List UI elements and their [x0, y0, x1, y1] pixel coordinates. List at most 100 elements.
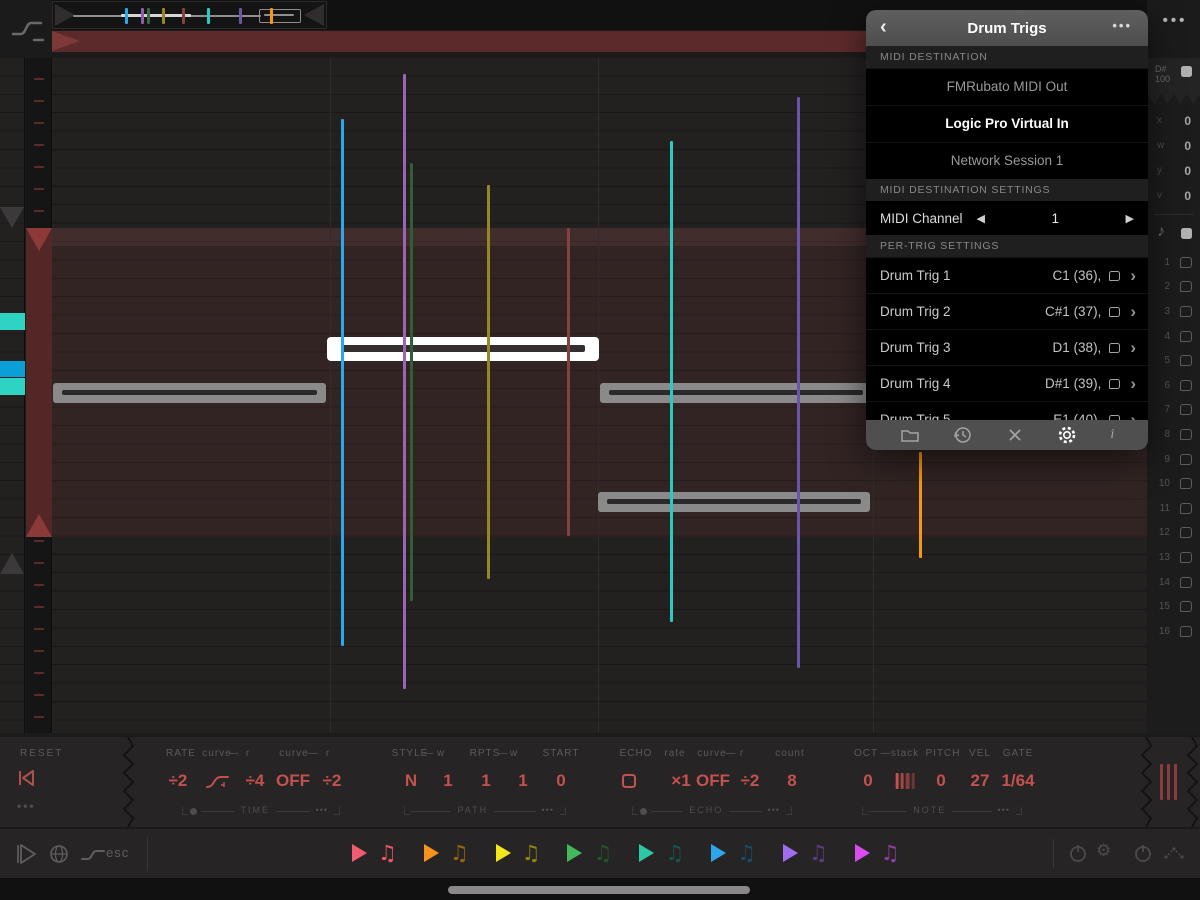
param-echo-rate-value[interactable]: ×1 [671, 771, 690, 791]
echo-enable-checkbox[interactable] [622, 774, 636, 788]
trig-step-row[interactable]: 14 [1148, 570, 1200, 595]
step-toggle[interactable] [1180, 625, 1192, 637]
param-curve2-value[interactable]: OFF [276, 771, 310, 791]
track-play-button[interactable] [711, 844, 727, 862]
step-toggle[interactable] [1180, 305, 1192, 317]
clef-row[interactable]: ♪ [1148, 221, 1200, 247]
step-toggle[interactable] [1180, 256, 1192, 268]
trig-step-row[interactable]: 1 [1148, 250, 1200, 275]
param-rpts-value[interactable]: 1 [481, 771, 490, 791]
drum-trig-row[interactable]: Drum Trig 3 D1 (38), › [866, 329, 1148, 365]
trig-step-row[interactable]: 5 [1148, 348, 1200, 373]
track-note-icon[interactable]: ♫ [737, 841, 756, 865]
track-play-button[interactable] [639, 844, 655, 862]
step-toggle[interactable] [1180, 576, 1192, 588]
drum-trig-row[interactable]: Drum Trig 1 C1 (36), › [866, 257, 1148, 293]
esc-button[interactable]: esc [106, 845, 129, 860]
trig-step-row[interactable]: 16 [1148, 619, 1200, 644]
play-outline-icon[interactable] [16, 842, 38, 866]
step-toggle[interactable] [1180, 601, 1192, 613]
note-toggle-filled[interactable] [1181, 66, 1192, 77]
track-play-button[interactable] [782, 844, 798, 862]
panel-more-dots[interactable]: ••• [1112, 18, 1132, 33]
param-rate2-value[interactable]: ÷4 [246, 771, 265, 791]
step-toggle[interactable] [1180, 527, 1192, 539]
midi-destination-option[interactable]: Logic Pro Virtual In [866, 105, 1148, 142]
param-vel-value[interactable]: 27 [971, 771, 990, 791]
param-start-value[interactable]: 0 [556, 771, 565, 791]
track-play-button[interactable] [495, 844, 511, 862]
pitch-range-top-handle[interactable] [0, 207, 24, 228]
drum-trig-row[interactable]: Drum Trig 5 E1 (40), › [866, 401, 1148, 420]
echo-enable-dot[interactable] [640, 808, 647, 815]
step-toggle[interactable] [1180, 453, 1192, 465]
midi-destination-option[interactable]: FMRubato MIDI Out [866, 68, 1148, 105]
trig-step-row[interactable]: 6 [1148, 373, 1200, 398]
param-rpts-w-value[interactable]: 1 [518, 771, 527, 791]
ramp-curve-icon[interactable] [10, 12, 48, 48]
trig-step-row[interactable]: 11 [1148, 496, 1200, 521]
pitch-range-region[interactable] [26, 228, 52, 537]
step-toggle[interactable] [1180, 355, 1192, 367]
note-bar[interactable] [53, 383, 326, 403]
step-toggle[interactable] [1180, 428, 1192, 440]
param-echo-r-value[interactable]: ÷2 [741, 771, 760, 791]
param-style-w-value[interactable]: 1 [443, 771, 452, 791]
overview-right-handle[interactable] [304, 4, 324, 26]
step-toggle[interactable] [1180, 404, 1192, 416]
history-icon[interactable] [953, 425, 973, 445]
step-toggle[interactable] [1180, 281, 1192, 293]
track-note-icon[interactable]: ♫ [809, 841, 828, 865]
channel-increment-button[interactable]: ▶ [1126, 212, 1134, 225]
note-bar[interactable] [598, 492, 870, 512]
top-menu-dots[interactable]: ••• [1152, 12, 1198, 29]
time-enable-dot[interactable] [190, 808, 197, 815]
track-note-icon[interactable]: ♫ [593, 841, 612, 865]
track-play-button[interactable] [352, 844, 367, 862]
clef-toggle-filled[interactable] [1181, 228, 1192, 239]
param-r2-value[interactable]: ÷2 [323, 771, 342, 791]
info-icon[interactable]: i [1110, 427, 1114, 443]
note-readout-cell[interactable]: D# 100 [1148, 58, 1200, 104]
track-note-icon[interactable]: ♫ [378, 841, 397, 865]
globe-icon[interactable] [49, 844, 69, 864]
pitch-ruler[interactable] [0, 58, 25, 733]
param-gate-value[interactable]: 1/64 [1001, 771, 1034, 791]
close-icon[interactable] [1007, 427, 1023, 443]
drum-trig-row[interactable]: Drum Trig 4 D#1 (39), › [866, 365, 1148, 401]
playhead-marker[interactable] [52, 31, 80, 51]
folder-icon[interactable] [900, 427, 920, 443]
selected-note-bar[interactable] [327, 337, 599, 361]
param-rate-value[interactable]: ÷2 [169, 771, 188, 791]
step-toggle[interactable] [1180, 551, 1192, 563]
range-bottom-triangle[interactable] [26, 514, 52, 537]
back-chevron-icon[interactable]: ‹ [880, 16, 887, 39]
trig-step-row[interactable]: 2 [1148, 275, 1200, 300]
note-bar[interactable] [600, 383, 872, 403]
velocity-lines-icon[interactable] [1160, 764, 1177, 800]
trig-step-row[interactable]: 4 [1148, 324, 1200, 349]
settings-gear-icon[interactable] [1057, 425, 1077, 445]
track-play-button[interactable] [567, 844, 583, 862]
trig-step-row[interactable]: 13 [1148, 545, 1200, 570]
trig-step-row[interactable]: 7 [1148, 398, 1200, 423]
pitch-range-strip[interactable] [26, 58, 52, 733]
rate-curve-icon[interactable] [205, 773, 231, 791]
track-note-icon[interactable]: ♫ [665, 841, 684, 865]
ramp-icon[interactable] [80, 846, 106, 864]
pitch-range-bottom-handle[interactable] [0, 553, 24, 574]
drum-trig-row[interactable]: Drum Trig 2 C#1 (37), › [866, 293, 1148, 329]
horizontal-scrollbar[interactable] [448, 886, 750, 894]
gear-icon[interactable]: ⚙ [1096, 841, 1111, 861]
track-note-icon[interactable]: ♫ [522, 841, 541, 865]
oct-stack-icon[interactable] [895, 773, 915, 789]
trig-step-row[interactable]: 12 [1148, 521, 1200, 546]
transport-options-dots[interactable]: ••• [17, 799, 36, 813]
overview-left-handle[interactable] [55, 4, 75, 26]
time-options-dots[interactable]: ••• [316, 806, 328, 815]
step-toggle[interactable] [1180, 478, 1192, 490]
step-toggle[interactable] [1180, 502, 1192, 514]
param-oct-value[interactable]: 0 [863, 771, 872, 791]
echo-options-dots[interactable]: ••• [768, 806, 780, 815]
path-options-dots[interactable]: ••• [542, 806, 554, 815]
